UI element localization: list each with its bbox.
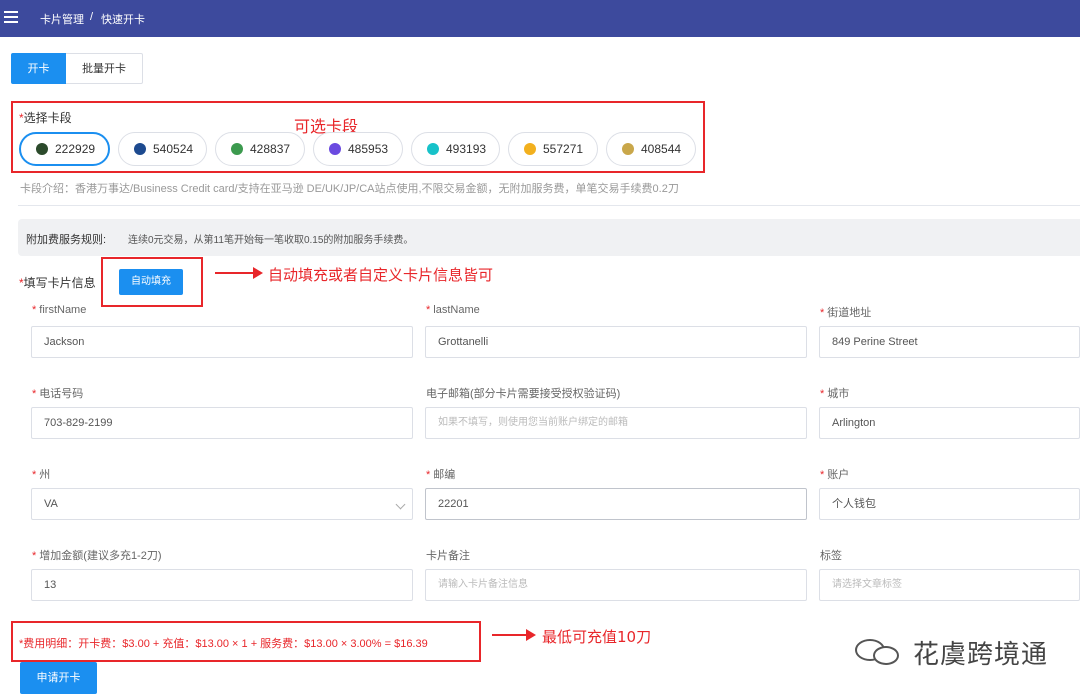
fee-rules-label: 附加费服务规则: bbox=[26, 234, 107, 246]
last-name-input[interactable]: Grottanelli bbox=[425, 326, 807, 358]
first-name-input[interactable]: Jackson bbox=[31, 326, 413, 358]
note-label: 卡片备注 bbox=[426, 550, 470, 562]
annotation-arrow-icon bbox=[492, 629, 536, 641]
annotation-min-topup: 最低可充值10刀 bbox=[542, 628, 652, 646]
card-brand-logo-icon bbox=[524, 143, 536, 155]
fee-rules-bar: 附加费服务规则: 连续0元交易，从第11笔开始每一笔收取0.15的附加服务手续费… bbox=[18, 219, 1080, 256]
first-name-label: * firstName bbox=[32, 304, 87, 316]
hamburger-menu-icon[interactable] bbox=[4, 11, 18, 25]
account-label: * 账户 bbox=[820, 469, 850, 481]
tag-select[interactable]: 请选择文章标签 bbox=[819, 569, 1080, 601]
phone-label: * 电话号码 bbox=[32, 388, 84, 400]
zip-label: * 邮编 bbox=[426, 469, 456, 481]
state-select[interactable]: VA bbox=[31, 488, 413, 520]
card-brand-logo-icon bbox=[622, 143, 634, 155]
card-segment-intro: 卡段介绍：香港万事达/Business Credit card/支持在亚马逊 D… bbox=[20, 183, 679, 195]
fee-detail: *费用明细：开卡费：$3.00 + 充值：$13.00 × 1 + 服务费：$1… bbox=[19, 638, 428, 650]
chevron-down-icon bbox=[395, 499, 406, 510]
card-segment-chip[interactable]: 493193 bbox=[411, 132, 500, 166]
email-input[interactable]: 如果不填写，则使用您当前账户绑定的邮箱 bbox=[425, 407, 807, 439]
tag-label: 标签 bbox=[820, 550, 842, 562]
fee-rules-text: 连续0元交易，从第11笔开始每一笔收取0.15的附加服务手续费。 bbox=[128, 235, 414, 246]
phone-input[interactable]: 703-829-2199 bbox=[31, 407, 413, 439]
annotation-autofill: 自动填充或者自定义卡片信息皆可 bbox=[268, 266, 494, 284]
tab-bar: 开卡 批量开卡 bbox=[11, 53, 143, 84]
street-label: * 街道地址 bbox=[820, 307, 872, 319]
card-brand-logo-icon bbox=[329, 143, 341, 155]
card-segment-chip[interactable]: 408544 bbox=[606, 132, 696, 166]
card-brand-logo-icon bbox=[231, 143, 243, 155]
watermark: 花虞跨境通 bbox=[855, 634, 1048, 671]
city-input[interactable]: Arlington bbox=[819, 407, 1080, 439]
city-label: * 城市 bbox=[820, 388, 850, 400]
street-input[interactable]: 849 Perine Street bbox=[819, 326, 1080, 358]
amount-input[interactable]: 13 bbox=[31, 569, 413, 601]
card-brand-logo-icon bbox=[134, 143, 146, 155]
card-segment-chip[interactable]: 485953 bbox=[313, 132, 403, 166]
watermark-text: 花虞跨境通 bbox=[913, 640, 1049, 670]
autofill-button[interactable]: 自动填充 bbox=[119, 269, 183, 295]
note-input[interactable]: 请输入卡片备注信息 bbox=[425, 569, 807, 601]
card-segment-chip[interactable]: 540524 bbox=[118, 132, 207, 166]
wechat-icon bbox=[855, 638, 905, 667]
card-brand-logo-icon bbox=[36, 143, 48, 155]
card-segment-chip[interactable]: 222929 bbox=[19, 132, 110, 166]
card-info-label: *填写卡片信息 bbox=[19, 276, 96, 290]
amount-label: * 增加金额(建议多充1-2刀) bbox=[32, 550, 162, 562]
account-select[interactable]: 个人钱包 bbox=[819, 488, 1080, 520]
zip-input[interactable]: 22201 bbox=[425, 488, 807, 520]
breadcrumb-separator: / bbox=[90, 11, 94, 23]
card-segment-chip[interactable]: 428837 bbox=[215, 132, 305, 166]
card-brand-logo-icon bbox=[427, 143, 439, 155]
apply-card-button[interactable]: 申请开卡 bbox=[20, 662, 97, 694]
divider bbox=[18, 205, 1080, 206]
last-name-label: * lastName bbox=[426, 304, 480, 316]
card-segment-chip[interactable]: 557271 bbox=[508, 132, 598, 166]
email-label: 电子邮箱(部分卡片需要接受授权验证码) bbox=[426, 388, 621, 400]
tab-batch-open-card[interactable]: 批量开卡 bbox=[66, 53, 143, 84]
tab-open-card[interactable]: 开卡 bbox=[11, 53, 66, 84]
breadcrumb-parent[interactable]: 卡片管理 bbox=[40, 11, 84, 27]
state-label: * 州 bbox=[32, 469, 51, 481]
breadcrumb-current: 快速开卡 bbox=[101, 14, 145, 26]
top-bar: 卡片管理 / 快速开卡 bbox=[0, 0, 1080, 37]
card-segment-label: *选择卡段 bbox=[19, 111, 72, 125]
annotation-arrow-icon bbox=[215, 267, 263, 279]
